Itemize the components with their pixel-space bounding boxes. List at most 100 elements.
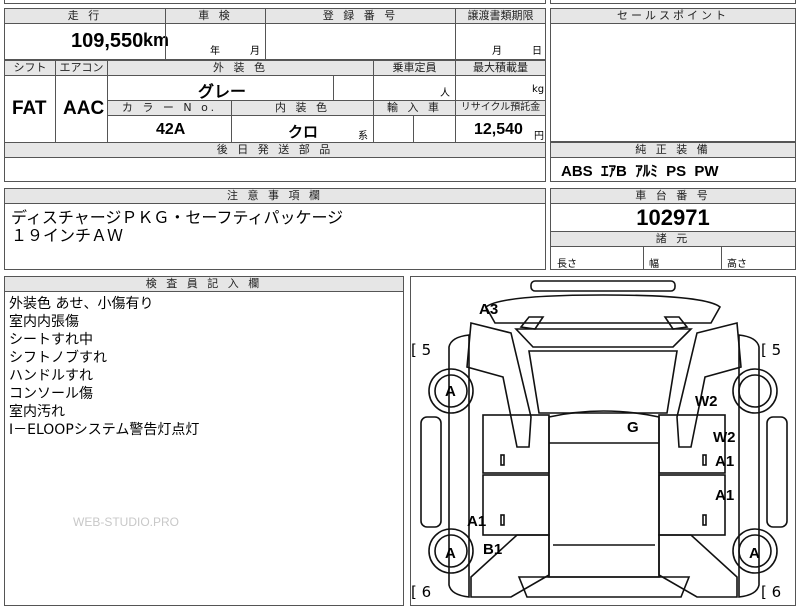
import-cell-left <box>373 115 413 144</box>
inspector-line: シフトノブすれ <box>9 350 107 366</box>
tire-front-right-inner-shape <box>738 374 772 408</box>
equipment-item: ｴｱB <box>601 163 627 180</box>
shift-cell: FAT <box>5 76 55 144</box>
color-no-value: 42A <box>156 121 186 138</box>
equipment-item: ABS <box>561 163 593 180</box>
exterior-color-value: グレー <box>198 84 247 101</box>
clipped-top-row-right <box>550 0 796 4</box>
color-no-header: カ ラ ー N o. <box>107 100 231 116</box>
car-diagram-drawing <box>420 280 788 598</box>
roof-shape <box>548 410 660 578</box>
tire-mark-a-front-left: A <box>445 383 456 400</box>
recycle-cell: 12,540 円 <box>455 115 545 144</box>
left-front-handle-shape <box>500 454 505 466</box>
equipment-block: 純 正 装 備 ABS ｴｱB ｱﾙﾐ PS PW <box>550 142 796 182</box>
import-header: 輸 入 車 <box>373 100 455 116</box>
capacity-unit: 人 <box>440 88 450 99</box>
interior-color-suffix: 系 <box>358 131 368 142</box>
damage-mark-a3: A3 <box>479 301 499 318</box>
rear-window-shape <box>517 576 691 598</box>
damage-mark-g: G <box>627 419 639 436</box>
tread-bracket-front-left: [ 5 <box>411 341 432 359</box>
max-load-cell: kg <box>455 76 545 100</box>
right-rocker-shape <box>766 416 788 528</box>
exterior-color-cell: グレー <box>107 76 333 101</box>
max-load-header: 最大積載量 <box>455 61 545 76</box>
recycle-header: リサイクル預託金 <box>455 100 545 116</box>
sales-point-box: セールスポイント <box>550 8 796 142</box>
aircon-header: エアコン <box>55 61 107 76</box>
capacity-cell: 人 <box>373 76 455 100</box>
capacity-header: 乗車定員 <box>373 61 455 76</box>
shift-header: シフト <box>5 61 55 76</box>
right-rear-door-shape <box>658 474 726 536</box>
interior-color-value: クロ <box>288 124 319 141</box>
inspection-cell: 年 月 <box>165 24 265 60</box>
sales-point-header: セールスポイント <box>551 9 795 24</box>
car-diagram: A3 G W2 W2 A1 A1 A1 B1 A A A [ 5 [ 5 [ 6… <box>410 276 796 606</box>
inspector-block: 検 査 員 記 入 欄 外装色 あせ、小傷有り 室内内張傷 シートすれ中 シフト… <box>4 276 404 606</box>
exterior-color-header: 外 装 色 <box>107 61 373 76</box>
tread-bracket-front-right: [ 5 <box>761 341 782 359</box>
right-front-handle-shape <box>702 454 707 466</box>
damage-mark-b1: B1 <box>483 541 503 558</box>
max-load-unit: kg <box>532 84 545 95</box>
inspector-line: 室内内張傷 <box>9 314 79 330</box>
mileage-header: 走 行 <box>5 9 165 24</box>
equipment-list: ABS ｴｱB ｱﾙﾐ PS PW <box>561 160 719 181</box>
chassis-value: 102971 <box>636 205 710 230</box>
equipment-header: 純 正 装 備 <box>551 143 795 158</box>
inspector-line: ハンドルすれ <box>9 368 93 384</box>
inspector-line: 外装色 あせ、小傷有り <box>9 296 154 312</box>
damage-mark-w2-upper: W2 <box>695 393 718 410</box>
damage-mark-a1-right-1: A1 <box>715 453 735 470</box>
right-rear-fender-shape <box>658 534 738 598</box>
left-rear-door-shape <box>482 474 550 536</box>
inspection-month: 月 <box>250 46 260 57</box>
exterior-color-sub-cell <box>333 76 373 100</box>
notes-block: 注 意 事 項 欄 ディスチャージＰＫＧ・セーフティパッケージ １９インチＡＷ <box>4 188 546 270</box>
right-rear-handle-shape <box>702 514 707 526</box>
notes-header: 注 意 事 項 欄 <box>5 189 545 204</box>
aircon-cell: AAC <box>55 76 107 144</box>
registration-header: 登 録 番 号 <box>265 9 455 24</box>
post-shipping-header: 後 日 発 送 部 品 <box>5 143 545 158</box>
mileage-value: 109,550 <box>71 30 144 52</box>
transfer-deadline-header: 譲渡書類期限 <box>455 9 545 24</box>
clipped-top-row <box>4 0 546 4</box>
post-shipping-block: 後 日 発 送 部 品 <box>4 142 546 182</box>
top-info-block: 走 行 車 検 登 録 番 号 譲渡書類期限 109,550 km 年 月 月 … <box>4 8 546 60</box>
notes-line: １９インチＡＷ <box>11 226 124 245</box>
left-rear-handle-shape <box>500 514 505 526</box>
inspector-header: 検 査 員 記 入 欄 <box>5 277 403 292</box>
left-front-fender-shape <box>466 321 532 448</box>
watermark: WEB-STUDIO.PRO <box>73 515 180 529</box>
dims-length-label: 長さ <box>557 259 577 270</box>
notes-line: ディスチャージＰＫＧ・セーフティパッケージ <box>11 208 344 227</box>
tread-bracket-rear-right: [ 6 <box>761 583 782 601</box>
inspection-header: 車 検 <box>165 9 265 24</box>
inspection-year: 年 <box>210 46 220 57</box>
front-grille-shape <box>530 280 676 292</box>
registration-cell <box>265 24 455 60</box>
recycle-unit: 円 <box>534 131 544 142</box>
hood-shape <box>514 328 693 348</box>
equipment-item: PS <box>666 163 687 180</box>
recycle-value: 12,540 <box>474 121 523 138</box>
aircon-value: AAC <box>63 98 105 119</box>
equipment-item: ｱﾙﾐ <box>635 163 658 180</box>
mileage-cell: 109,550 km <box>5 24 169 60</box>
windshield-shape <box>528 350 678 414</box>
interior-color-cell: クロ 系 <box>231 115 373 144</box>
transfer-month: 月 <box>492 46 502 57</box>
damage-mark-w2-lower: W2 <box>713 429 736 446</box>
chassis-block: 車 台 番 号 102971 諸 元 長さ 幅 高さ <box>550 188 796 270</box>
dims-width-label: 幅 <box>649 259 659 270</box>
inspector-line: コンソール傷 <box>9 386 93 402</box>
spec-block: シフト エアコン 外 装 色 乗車定員 最大積載量 FAT AAC グレー 人 … <box>4 60 546 144</box>
tread-bracket-rear-left: [ 6 <box>411 583 432 601</box>
chassis-header: 車 台 番 号 <box>551 189 795 204</box>
inspector-line: 室内汚れ <box>9 404 65 420</box>
color-no-cell: 42A <box>107 115 231 144</box>
equipment-item: PW <box>694 163 719 180</box>
